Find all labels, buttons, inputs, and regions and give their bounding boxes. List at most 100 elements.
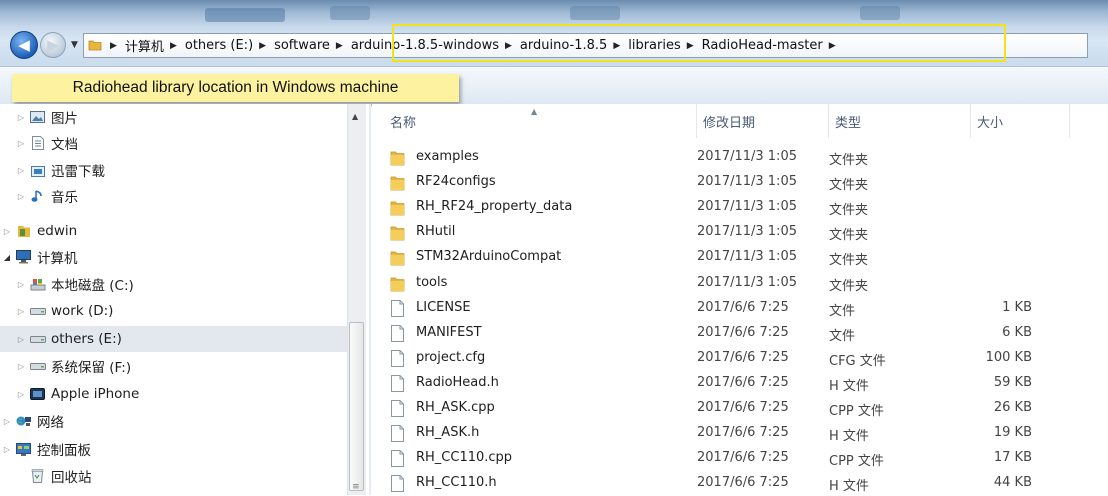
file-date: 2017/11/3 1:05 [697,149,797,164]
file-size: 19 KB [993,425,1032,441]
file-row[interactable]: STM32ArduinoCompat 2017/11/3 1:05 文件夹 [372,244,1072,269]
folder-icon [390,149,405,166]
breadcrumb-root-chevron[interactable]: ▶ [104,41,125,51]
scroll-grip-icon: ≡ [352,482,360,492]
file-size: 59 KB [993,374,1032,390]
file-date: 2017/11/3 1:05 [697,224,797,240]
column-header-name[interactable]: 名称 [384,104,697,138]
sidebar-item-downloads[interactable]: ▷ 迅雷下载 [0,157,363,183]
file-date: 2017/6/6 7:25 [697,324,789,340]
file-date: 2017/6/6 7:25 [697,450,789,466]
sidebar-item-documents[interactable]: ▷ 文档 [0,130,363,156]
expand-chevron-icon[interactable]: ▷ [2,445,12,454]
computer-icon [15,250,32,264]
expand-chevron-icon[interactable]: ▷ [2,417,12,426]
sidebar-item-drive-e[interactable]: ▷ others (E:) [0,326,363,352]
sidebar-item-iphone[interactable]: ▷ Apple iPhone [0,381,363,407]
sidebar-item-label: Apple iPhone [51,386,140,402]
file-size: 6 KB [1002,324,1032,340]
collapse-chevron-icon[interactable]: ◢ [2,253,12,262]
file-type: CPP 文件 [829,404,884,419]
recent-pages-chevron-icon[interactable]: ▼ [71,40,78,50]
file-type: H 文件 [829,479,869,495]
file-row[interactable]: tools 2017/11/3 1:05 文件夹 [372,270,1072,295]
file-name: MANIFEST [416,324,482,340]
breadcrumb-drive-e[interactable]: others (E:) ▶ [185,38,274,53]
expand-chevron-icon[interactable]: ▷ [16,362,26,371]
expand-chevron-icon[interactable]: ▷ [16,166,26,175]
breadcrumb-software[interactable]: software ▶ [274,38,351,53]
sidebar-item-label: 文档 [51,137,78,153]
file-type: H 文件 [829,429,869,445]
back-arrow-icon: ◀ [18,35,30,54]
sidebar-item-pictures[interactable]: ▷ 图片 [0,104,363,130]
control-panel-icon [15,442,32,456]
sidebar-item-drive-d[interactable]: ▷ work (D:) [0,298,363,324]
folder-icon [390,199,405,216]
file-type: 文件夹 [829,178,869,194]
chevron-right-icon: ▶ [335,40,343,51]
expand-chevron-icon[interactable]: ▷ [16,390,26,399]
back-button[interactable]: ◀ [10,31,38,59]
sort-ascending-icon: ▲ [531,107,538,116]
breadcrumb-computer[interactable]: 计算机 ▶ [125,36,185,55]
file-row[interactable]: MANIFEST 2017/6/6 7:25 文件 6 KB [372,320,1072,345]
sidebar-item-network[interactable]: ▷ 网络 [0,408,349,434]
sidebar-item-computer[interactable]: ◢ 计算机 [0,244,349,270]
sidebar-item-drive-f[interactable]: ▷ 系统保留 (F:) [0,353,363,379]
file-row[interactable]: RH_ASK.h 2017/6/6 7:25 H 文件 19 KB [372,420,1072,445]
file-type: CFG 文件 [829,353,886,369]
drive-icon [29,359,46,373]
file-row[interactable]: RF24configs 2017/11/3 1:05 文件夹 [372,169,1072,194]
pane-divider[interactable] [369,104,371,495]
sidebar-item-recycle-bin[interactable]: 回收站 [0,463,363,489]
expand-chevron-icon[interactable]: ▷ [16,139,26,148]
forward-arrow-icon: ▶ [47,35,59,54]
file-icon [390,349,405,367]
file-size: 17 KB [993,450,1032,466]
file-type: 文件夹 [829,228,869,244]
scrollbar-thumb[interactable] [349,322,364,491]
column-header-date[interactable]: 修改日期 [697,104,829,138]
column-header-size[interactable]: 大小 [971,104,1070,138]
expand-chevron-icon[interactable]: ▷ [16,335,26,344]
file-row[interactable]: RHutil 2017/11/3 1:05 文件夹 [372,219,1072,244]
expand-chevron-icon[interactable]: ▷ [16,307,26,316]
file-row[interactable]: RH_CC110.cpp 2017/6/6 7:25 CPP 文件 17 KB [372,445,1072,470]
sidebar-item-label: work (D:) [51,303,114,319]
file-date: 2017/11/3 1:05 [697,174,797,190]
file-date: 2017/11/3 1:05 [697,199,797,215]
file-size: 26 KB [993,400,1032,415]
sidebar-item-edwin[interactable]: ▷ edwin [0,218,349,244]
sidebar-item-label: 迅雷下载 [51,164,105,180]
file-list: 名称 ▲ 修改日期 类型 大小 examples 2017/11/3 1:05 文件… [372,104,1108,495]
file-row[interactable]: RH_RF24_property_data 2017/11/3 1:05 文件夹 [372,194,1072,219]
sidebar-item-label: 计算机 [37,251,78,267]
expand-chevron-icon[interactable]: ▷ [16,280,26,289]
file-row[interactable]: RadioHead.h 2017/6/6 7:25 H 文件 59 KB [372,370,1072,395]
file-row[interactable]: RH_ASK.cpp 2017/6/6 7:25 CPP 文件 26 KB [372,395,1072,420]
column-header-type[interactable]: 类型 [829,104,971,138]
folder-icon [390,275,405,292]
file-date: 2017/6/6 7:25 [697,374,789,390]
recycle-bin-icon [29,469,46,483]
expand-chevron-icon[interactable]: ▷ [2,227,12,236]
sidebar-item-control-panel[interactable]: ▷ 控制面板 [0,436,349,462]
sidebar-item-music[interactable]: ▷ 音乐 [0,183,363,209]
sidebar-item-drive-c[interactable]: ▷ 本地磁盘 (C:) [0,271,363,297]
file-type: 文件夹 [829,253,869,269]
scroll-up-arrow-icon[interactable]: ▲ [352,112,358,121]
file-row[interactable]: LICENSE 2017/6/6 7:25 文件 1 KB [372,295,1072,320]
file-row[interactable]: project.cfg 2017/6/6 7:25 CFG 文件 100 KB [372,345,1072,370]
navigation-pane: ▷ 图片 ▷ 文档 ▷ 迅雷下载 ▷ 音乐 ▷ edwin ◢ 计算机 ▷ 本地… [0,104,370,495]
forward-button[interactable]: ▶ [40,32,66,58]
file-row[interactable]: RH_CC110.h 2017/6/6 7:25 H 文件 44 KB [372,470,1072,495]
sidebar-scrollbar[interactable]: ▲ ≡ [347,104,366,495]
expand-chevron-icon[interactable]: ▷ [16,192,26,201]
phone-icon [29,387,46,401]
file-date: 2017/6/6 7:25 [697,299,789,315]
expand-chevron-icon[interactable]: ▷ [16,113,26,122]
file-row[interactable]: examples 2017/11/3 1:05 文件夹 [372,144,1072,169]
annotation-callout: Radiohead library location in Windows ma… [12,74,459,102]
sidebar-item-label: 控制面板 [37,443,91,459]
